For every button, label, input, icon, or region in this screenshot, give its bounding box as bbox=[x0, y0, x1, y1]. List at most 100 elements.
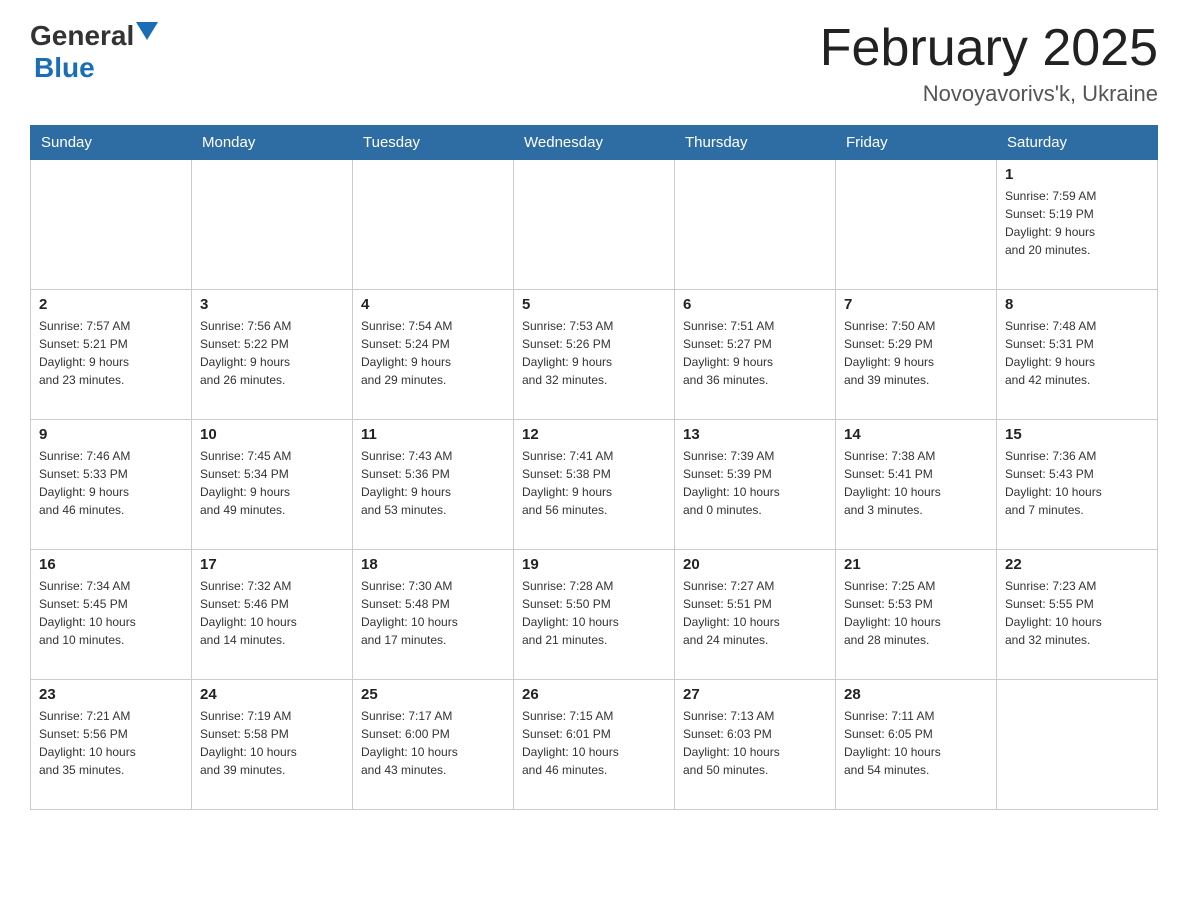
day-number: 3 bbox=[200, 296, 344, 313]
day-number: 2 bbox=[39, 296, 183, 313]
calendar-cell: 27 Sunrise: 7:13 AMSunset: 6:03 PMDayligh… bbox=[675, 680, 836, 810]
calendar-cell: 14 Sunrise: 7:38 AMSunset: 5:41 PMDayligh… bbox=[836, 420, 997, 550]
week-row-1: 1 Sunrise: 7:59 AMSunset: 5:19 PMDaylight… bbox=[31, 160, 1158, 290]
calendar-cell bbox=[836, 160, 997, 290]
day-info: Sunrise: 7:30 AMSunset: 5:48 PMDaylight:… bbox=[361, 577, 505, 649]
day-header-wednesday: Wednesday bbox=[514, 126, 675, 160]
day-header-monday: Monday bbox=[192, 126, 353, 160]
day-info: Sunrise: 7:28 AMSunset: 5:50 PMDaylight:… bbox=[522, 577, 666, 649]
calendar-cell: 12 Sunrise: 7:41 AMSunset: 5:38 PMDayligh… bbox=[514, 420, 675, 550]
calendar-cell bbox=[353, 160, 514, 290]
day-info: Sunrise: 7:45 AMSunset: 5:34 PMDaylight:… bbox=[200, 447, 344, 519]
day-info: Sunrise: 7:17 AMSunset: 6:00 PMDaylight:… bbox=[361, 707, 505, 779]
calendar-cell: 23 Sunrise: 7:21 AMSunset: 5:56 PMDayligh… bbox=[31, 680, 192, 810]
day-number: 10 bbox=[200, 426, 344, 443]
calendar-cell bbox=[997, 680, 1158, 810]
calendar-cell: 19 Sunrise: 7:28 AMSunset: 5:50 PMDayligh… bbox=[514, 550, 675, 680]
day-info: Sunrise: 7:41 AMSunset: 5:38 PMDaylight:… bbox=[522, 447, 666, 519]
calendar-cell: 2 Sunrise: 7:57 AMSunset: 5:21 PMDaylight… bbox=[31, 290, 192, 420]
calendar-table: SundayMondayTuesdayWednesdayThursdayFrid… bbox=[30, 125, 1158, 810]
day-info: Sunrise: 7:21 AMSunset: 5:56 PMDaylight:… bbox=[39, 707, 183, 779]
week-row-3: 9Sunrise: 7:46 AMSunset: 5:33 PMDaylight… bbox=[31, 420, 1158, 550]
calendar-cell: 24 Sunrise: 7:19 AMSunset: 5:58 PMDayligh… bbox=[192, 680, 353, 810]
week-row-4: 16Sunrise: 7:34 AMSunset: 5:45 PMDayligh… bbox=[31, 550, 1158, 680]
calendar-cell: 3 Sunrise: 7:56 AMSunset: 5:22 PMDaylight… bbox=[192, 290, 353, 420]
calendar-cell: 26 Sunrise: 7:15 AMSunset: 6:01 PMDayligh… bbox=[514, 680, 675, 810]
day-info: Sunrise: 7:46 AMSunset: 5:33 PMDaylight:… bbox=[39, 447, 183, 519]
day-number: 24 bbox=[200, 686, 344, 703]
day-number: 5 bbox=[522, 296, 666, 313]
location-subtitle: Novoyavorivs'k, Ukraine bbox=[820, 81, 1158, 107]
day-number: 22 bbox=[1005, 556, 1149, 573]
day-info: Sunrise: 7:11 AMSunset: 6:05 PMDaylight:… bbox=[844, 707, 988, 779]
day-info: Sunrise: 7:32 AMSunset: 5:46 PMDaylight:… bbox=[200, 577, 344, 649]
day-header-friday: Friday bbox=[836, 126, 997, 160]
day-info: Sunrise: 7:57 AMSunset: 5:21 PMDaylight:… bbox=[39, 317, 183, 389]
day-info: Sunrise: 7:39 AMSunset: 5:39 PMDaylight:… bbox=[683, 447, 827, 519]
logo-general-text: General bbox=[30, 20, 134, 52]
calendar-cell: 21Sunrise: 7:25 AMSunset: 5:53 PMDayligh… bbox=[836, 550, 997, 680]
day-number: 7 bbox=[844, 296, 988, 313]
day-number: 17 bbox=[200, 556, 344, 573]
day-info: Sunrise: 7:48 AMSunset: 5:31 PMDaylight:… bbox=[1005, 317, 1149, 389]
day-info: Sunrise: 7:15 AMSunset: 6:01 PMDaylight:… bbox=[522, 707, 666, 779]
day-info: Sunrise: 7:54 AMSunset: 5:24 PMDaylight:… bbox=[361, 317, 505, 389]
logo-arrow-icon bbox=[136, 22, 158, 50]
week-row-5: 23 Sunrise: 7:21 AMSunset: 5:56 PMDayligh… bbox=[31, 680, 1158, 810]
day-header-saturday: Saturday bbox=[997, 126, 1158, 160]
day-number: 4 bbox=[361, 296, 505, 313]
day-info: Sunrise: 7:38 AMSunset: 5:41 PMDaylight:… bbox=[844, 447, 988, 519]
calendar-cell: 7 Sunrise: 7:50 AMSunset: 5:29 PMDaylight… bbox=[836, 290, 997, 420]
month-title: February 2025 bbox=[820, 20, 1158, 77]
day-info: Sunrise: 7:34 AMSunset: 5:45 PMDaylight:… bbox=[39, 577, 183, 649]
day-header-thursday: Thursday bbox=[675, 126, 836, 160]
day-number: 8 bbox=[1005, 296, 1149, 313]
calendar-cell: 17 Sunrise: 7:32 AMSunset: 5:46 PMDayligh… bbox=[192, 550, 353, 680]
day-number: 6 bbox=[683, 296, 827, 313]
day-number: 15 bbox=[1005, 426, 1149, 443]
day-number: 23 bbox=[39, 686, 183, 703]
day-header-sunday: Sunday bbox=[31, 126, 192, 160]
day-info: Sunrise: 7:43 AMSunset: 5:36 PMDaylight:… bbox=[361, 447, 505, 519]
logo-blue-text: Blue bbox=[34, 52, 95, 83]
calendar-cell: 25 Sunrise: 7:17 AMSunset: 6:00 PMDayligh… bbox=[353, 680, 514, 810]
day-number: 25 bbox=[361, 686, 505, 703]
day-info: Sunrise: 7:59 AMSunset: 5:19 PMDaylight:… bbox=[1005, 187, 1149, 259]
calendar-cell: 20Sunrise: 7:27 AMSunset: 5:51 PMDayligh… bbox=[675, 550, 836, 680]
calendar-cell: 13 Sunrise: 7:39 AMSunset: 5:39 PMDayligh… bbox=[675, 420, 836, 550]
calendar-cell: 10 Sunrise: 7:45 AMSunset: 5:34 PMDayligh… bbox=[192, 420, 353, 550]
calendar-cell: 22 Sunrise: 7:23 AMSunset: 5:55 PMDayligh… bbox=[997, 550, 1158, 680]
day-info: Sunrise: 7:19 AMSunset: 5:58 PMDaylight:… bbox=[200, 707, 344, 779]
calendar-cell: 5 Sunrise: 7:53 AMSunset: 5:26 PMDaylight… bbox=[514, 290, 675, 420]
calendar-cell: 8 Sunrise: 7:48 AMSunset: 5:31 PMDaylight… bbox=[997, 290, 1158, 420]
page-header: General Blue February 2025 Novoyavorivs'… bbox=[30, 20, 1158, 107]
day-number: 19 bbox=[522, 556, 666, 573]
day-info: Sunrise: 7:51 AMSunset: 5:27 PMDaylight:… bbox=[683, 317, 827, 389]
day-info: Sunrise: 7:13 AMSunset: 6:03 PMDaylight:… bbox=[683, 707, 827, 779]
calendar-cell: 9Sunrise: 7:46 AMSunset: 5:33 PMDaylight… bbox=[31, 420, 192, 550]
day-number: 26 bbox=[522, 686, 666, 703]
day-info: Sunrise: 7:23 AMSunset: 5:55 PMDaylight:… bbox=[1005, 577, 1149, 649]
day-info: Sunrise: 7:56 AMSunset: 5:22 PMDaylight:… bbox=[200, 317, 344, 389]
day-info: Sunrise: 7:36 AMSunset: 5:43 PMDaylight:… bbox=[1005, 447, 1149, 519]
day-info: Sunrise: 7:27 AMSunset: 5:51 PMDaylight:… bbox=[683, 577, 827, 649]
calendar-cell: 1 Sunrise: 7:59 AMSunset: 5:19 PMDaylight… bbox=[997, 160, 1158, 290]
calendar-cell: 4 Sunrise: 7:54 AMSunset: 5:24 PMDaylight… bbox=[353, 290, 514, 420]
day-number: 12 bbox=[522, 426, 666, 443]
calendar-cell bbox=[514, 160, 675, 290]
day-info: Sunrise: 7:53 AMSunset: 5:26 PMDaylight:… bbox=[522, 317, 666, 389]
day-number: 14 bbox=[844, 426, 988, 443]
day-number: 21 bbox=[844, 556, 988, 573]
day-number: 13 bbox=[683, 426, 827, 443]
calendar-header-row: SundayMondayTuesdayWednesdayThursdayFrid… bbox=[31, 126, 1158, 160]
calendar-cell: 18 Sunrise: 7:30 AMSunset: 5:48 PMDayligh… bbox=[353, 550, 514, 680]
day-number: 1 bbox=[1005, 166, 1149, 183]
day-number: 27 bbox=[683, 686, 827, 703]
day-number: 11 bbox=[361, 426, 505, 443]
day-info: Sunrise: 7:50 AMSunset: 5:29 PMDaylight:… bbox=[844, 317, 988, 389]
calendar-cell bbox=[31, 160, 192, 290]
calendar-cell bbox=[675, 160, 836, 290]
day-number: 18 bbox=[361, 556, 505, 573]
calendar-cell: 15 Sunrise: 7:36 AMSunset: 5:43 PMDayligh… bbox=[997, 420, 1158, 550]
calendar-cell: 28Sunrise: 7:11 AMSunset: 6:05 PMDayligh… bbox=[836, 680, 997, 810]
